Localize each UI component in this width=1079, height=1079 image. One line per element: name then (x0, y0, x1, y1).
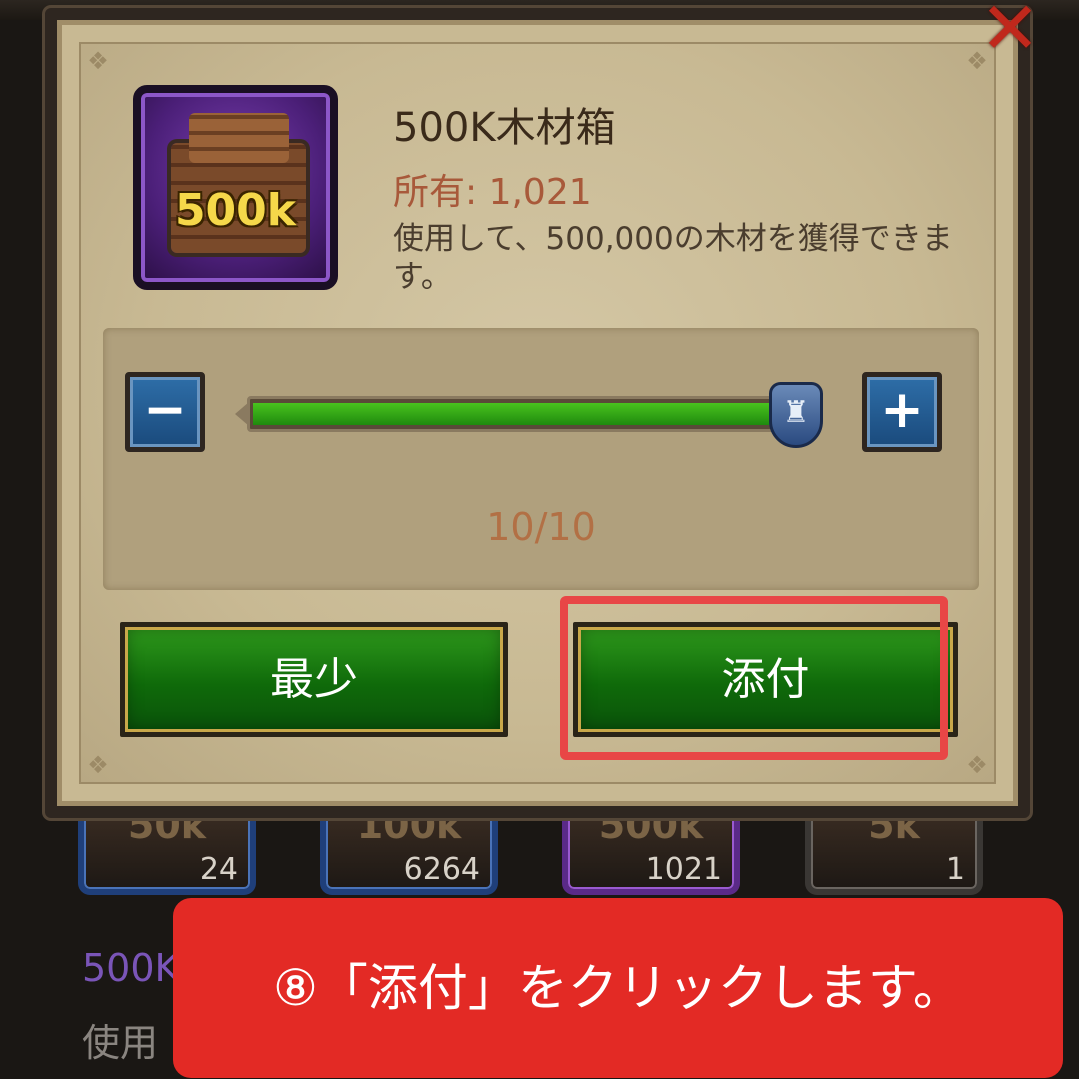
item-name: 500K木材箱 (393, 105, 616, 151)
bg-item-slot-count: 24 (199, 852, 238, 887)
bg-item-slot[interactable]: 50k 24 (78, 803, 256, 895)
item-description: 使用して、500,000の木材を獲得できます。 (393, 221, 953, 295)
bg-item-slot[interactable]: 5k 1 (805, 803, 983, 895)
increase-button[interactable]: + (862, 372, 942, 452)
bg-item-slot-count: 1 (945, 852, 965, 887)
wood-stack-icon (189, 113, 289, 163)
item-icon-frame: 500k (133, 85, 338, 290)
bg-item-slot-count: 6264 (403, 852, 480, 887)
bg-item-slot[interactable]: 100k 6264 (320, 803, 498, 895)
corner-ornament-icon: ❖ (87, 47, 109, 75)
slider-fill (253, 403, 783, 425)
bg-item-slot[interactable]: 500k 1021 (562, 803, 740, 895)
quantity-panel (103, 328, 979, 590)
instruction-banner: ⑧「添付」をクリックします。 (173, 898, 1063, 1078)
item-badge-label: 500k (174, 185, 297, 236)
quantity-count: 10/10 (486, 505, 596, 549)
bg-selected-item-desc: 使用 (82, 1021, 159, 1065)
minimum-button[interactable]: 最少 (120, 622, 508, 737)
bg-item-slot-count: 1021 (645, 852, 722, 887)
bg-selected-item-name: 500K (82, 946, 180, 990)
quantity-slider[interactable]: ♜ (235, 382, 825, 448)
decrease-button[interactable]: − (125, 372, 205, 452)
corner-ornament-icon: ❖ (87, 751, 109, 779)
close-icon[interactable]: ✕ (975, 0, 1045, 64)
slider-knob-helmet-icon[interactable]: ♜ (769, 382, 823, 448)
corner-ornament-icon: ❖ (966, 751, 988, 779)
highlight-box (560, 596, 948, 760)
item-owned-count: 所有: 1,021 (393, 172, 592, 213)
